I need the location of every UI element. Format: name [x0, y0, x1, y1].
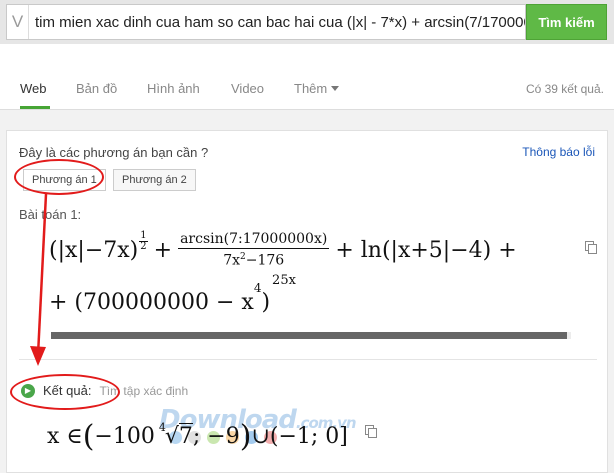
- annotation-arrow: [30, 193, 48, 366]
- page: V tim mien xac dinh cua ham so can bac h…: [0, 0, 614, 473]
